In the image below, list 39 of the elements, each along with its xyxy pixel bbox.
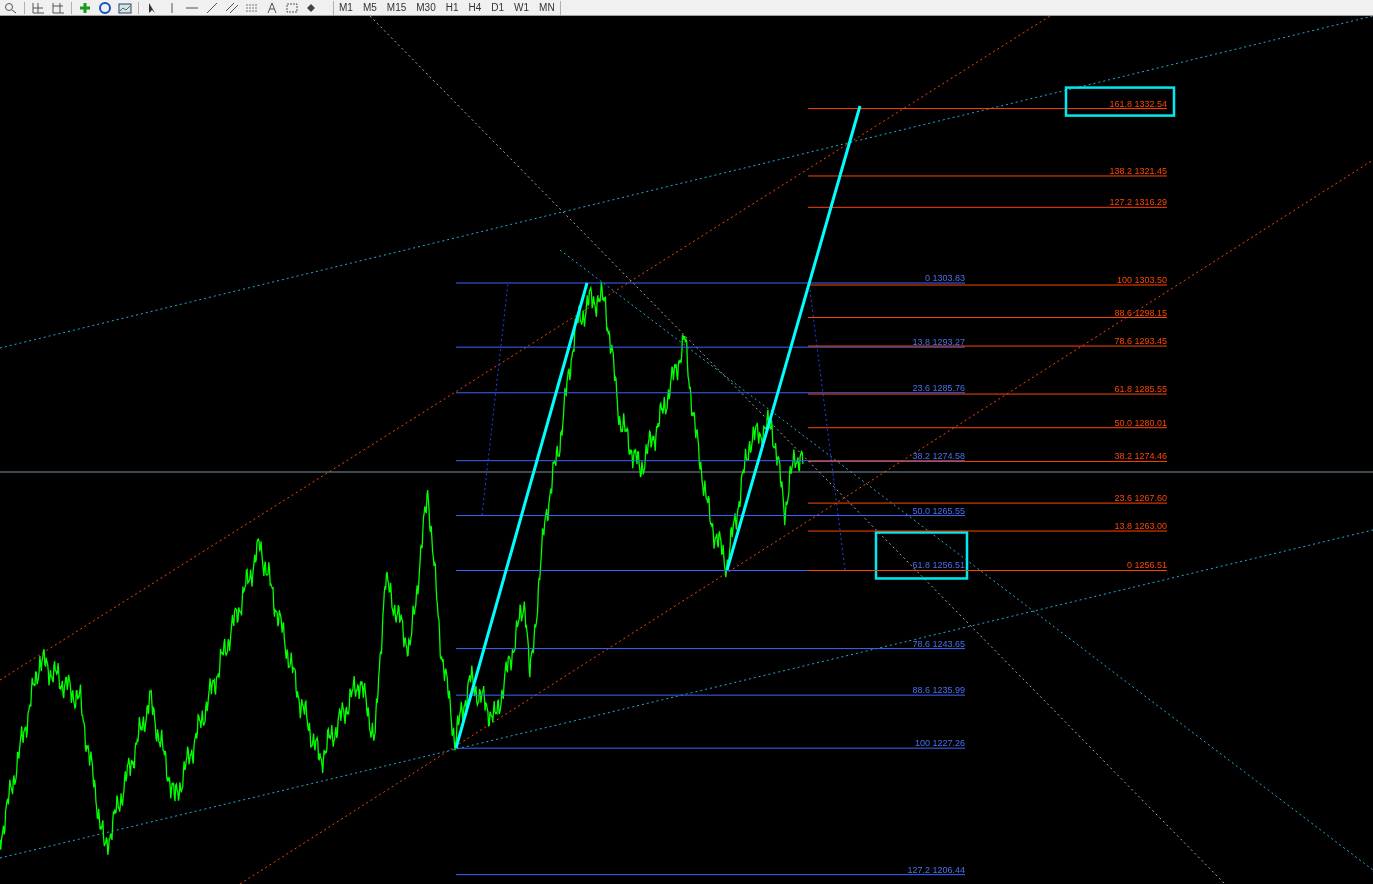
fibo-level-label: 61.8 1285.55 — [1114, 384, 1167, 395]
fibo-level-label: 127.2 1316.29 — [1109, 197, 1167, 208]
fibo-level-label: 100 1227.26 — [914, 738, 965, 749]
timeframe-button[interactable]: H4 — [463, 0, 487, 15]
timeframe-button[interactable]: M15 — [381, 0, 412, 15]
text-tool-icon[interactable] — [265, 1, 279, 14]
fibo-level-label: 78.6 1243.65 — [912, 638, 965, 649]
fibo-level-label: 78.6 1293.45 — [1114, 336, 1167, 347]
fibo-level-label: 50.0 1280.01 — [1114, 417, 1167, 428]
plus-icon[interactable] — [78, 1, 92, 14]
fibo-level-label: 127.2 1206.44 — [907, 864, 965, 875]
fibo-level-label: 0 1303.83 — [924, 273, 965, 283]
timeframe-button[interactable]: MN — [534, 0, 560, 15]
chart-window-icon[interactable] — [118, 1, 132, 14]
timeframe-button[interactable]: D1 — [486, 0, 510, 15]
fibo-level-label: 13.8 1293.27 — [912, 337, 965, 348]
fibo-level-label: 100 1303.50 — [1116, 275, 1167, 285]
fibo-level-label: 13.8 1263.00 — [1114, 521, 1167, 532]
fibo-level-label: 88.6 1235.99 — [912, 685, 965, 696]
chart-grid-icon[interactable] — [51, 1, 65, 14]
fibo-level-label: 38.2 1274.58 — [912, 450, 965, 461]
timeframe-button[interactable]: M5 — [357, 0, 382, 15]
search-icon[interactable] — [4, 1, 18, 14]
fibo-level-label: 0 1256.51 — [1126, 560, 1167, 571]
fibo-level-label: 23.6 1267.60 — [1114, 493, 1167, 504]
trendline-icon[interactable] — [205, 1, 219, 14]
timeframe-button[interactable]: H1 — [440, 0, 464, 15]
timeframe-button[interactable]: W1 — [509, 0, 535, 15]
fibo-level-label: 61.8 1256.51 — [912, 560, 965, 571]
fibo-level-label: 138.2 1321.45 — [1109, 165, 1167, 176]
chart-grid-icon[interactable] — [31, 1, 45, 14]
fibo-level-label: 23.6 1285.76 — [912, 382, 965, 393]
timeframe-button[interactable]: M1 — [334, 0, 358, 15]
fibo-level-label: 38.2 1274.46 — [1114, 451, 1167, 462]
label-icon[interactable] — [285, 1, 299, 14]
fibo-level-label: 50.0 1265.55 — [912, 505, 965, 516]
fibo-level-label: 88.6 1298.15 — [1114, 307, 1167, 318]
timeframe-button[interactable]: M30 — [411, 0, 441, 15]
fibo-level-label: 161.8 1332.54 — [1109, 98, 1167, 109]
